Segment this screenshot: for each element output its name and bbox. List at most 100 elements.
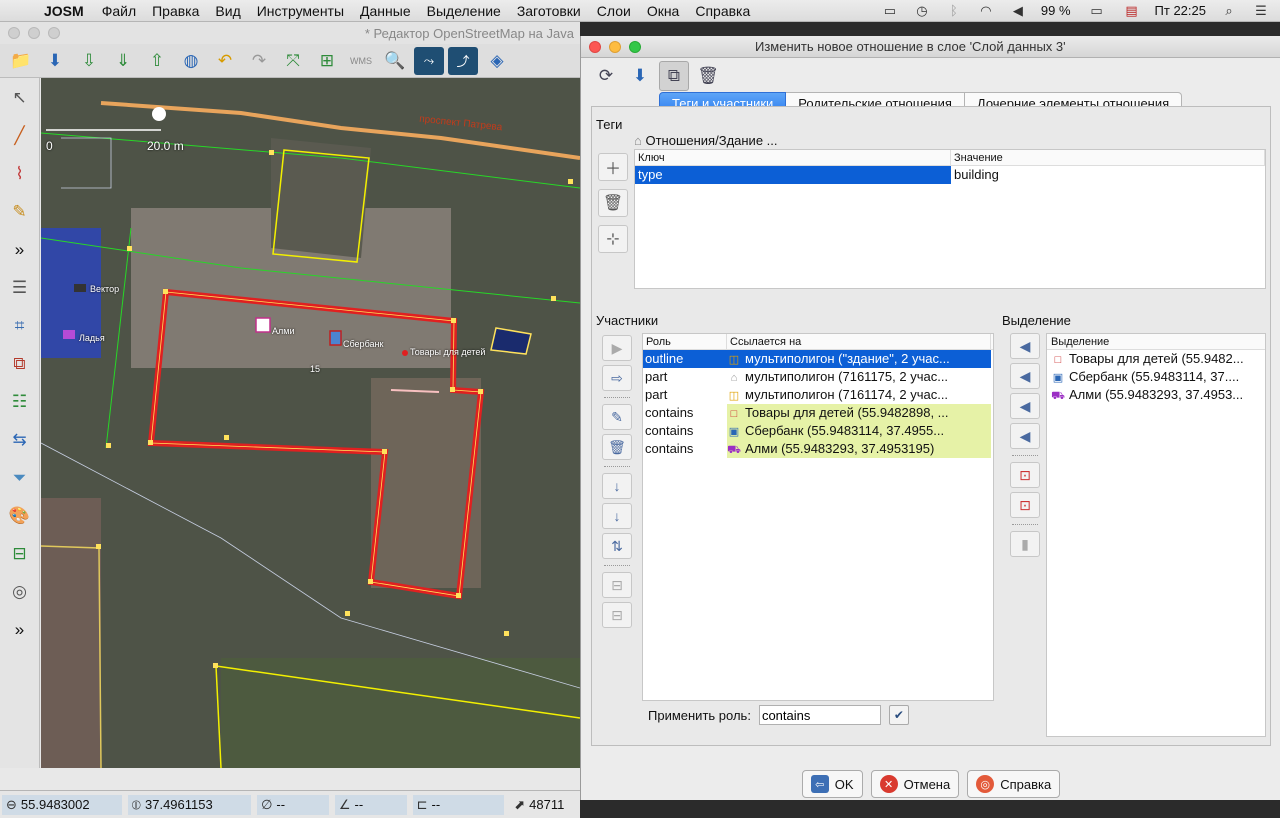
menu-file[interactable]: Файл <box>94 3 144 19</box>
menu-presets[interactable]: Заготовки <box>509 3 589 19</box>
remove-member-button[interactable]: 🗑 <box>602 434 632 460</box>
col-role-header[interactable]: Роль <box>643 334 727 349</box>
member-ref[interactable]: □ Товары для детей (55.9482898, ... <box>727 404 991 422</box>
app-menu[interactable]: JOSM <box>40 3 94 19</box>
ok-button[interactable]: ⇦ OK <box>801 770 863 798</box>
move-down-button[interactable]: ↓ <box>602 473 632 499</box>
select-tool-icon[interactable]: ↖ <box>5 82 35 114</box>
member-row[interactable]: outline ◫ мультиполигон ("здание", 2 учас… <box>643 350 993 368</box>
volume-icon[interactable]: ◀ <box>1009 3 1027 18</box>
battery-icon[interactable]: ▭ <box>1085 3 1109 18</box>
more-tools-icon[interactable]: » <box>5 234 35 266</box>
delete-tag-button[interactable]: 🗑 <box>598 189 628 217</box>
us-flag-icon[interactable]: ▤ <box>1123 3 1141 18</box>
select-members-button[interactable]: ⊡ <box>1010 462 1040 488</box>
zoom-dot-icon[interactable] <box>48 27 60 39</box>
menu-data[interactable]: Данные <box>352 3 419 19</box>
undo-icon[interactable]: ↶ <box>210 47 240 75</box>
selection-item[interactable]: □ Товары для детей (55.9482... <box>1047 350 1265 368</box>
delete-relation-icon[interactable]: 🗑 <box>693 61 723 91</box>
member-ref[interactable]: ▣ Сбербанк (55.9483114, 37.4955... <box>727 422 991 440</box>
wms-tms-icon[interactable]: WMS <box>346 47 376 75</box>
selection-item[interactable]: ⛟ Алми (55.9483293, 37.4953... <box>1047 386 1265 404</box>
menu-windows[interactable]: Окна <box>639 3 688 19</box>
member-ref[interactable]: ◫ мультиполигон (7161174, 2 учас... <box>727 386 991 404</box>
draw-line-icon[interactable]: ╱ <box>5 120 35 152</box>
add-after-selected-button[interactable]: ◀ <box>1010 393 1040 419</box>
open-file-icon[interactable]: 📁 <box>6 47 36 75</box>
search-icon[interactable]: 🔍 <box>380 47 410 75</box>
preset-breadcrumb[interactable]: ⌂ Отношения/Здание ... <box>634 133 778 148</box>
member-role[interactable]: contains <box>643 440 727 458</box>
wikipedia-icon[interactable]: ◎ <box>5 576 35 608</box>
member-ref[interactable]: ◫ мультиполигон ("здание", 2 учас... <box>727 350 991 368</box>
apply-icon[interactable]: ⬇ <box>625 61 655 91</box>
combine-way-icon[interactable]: ⤳ <box>414 46 444 75</box>
cancel-button[interactable]: ✕ Отмена <box>870 770 960 798</box>
tag-key-cell[interactable]: type <box>635 166 951 184</box>
menu-selection[interactable]: Выделение <box>419 3 509 19</box>
map-view[interactable]: 0 20.0 m проспект Патрева Вектор Ладья А… <box>41 78 580 768</box>
commands-icon[interactable]: ☷ <box>5 386 35 418</box>
member-ref[interactable]: ⛟ Алми (55.9483293, 37.4953195) <box>727 440 991 458</box>
edit-selected-button[interactable]: ✎ <box>602 404 632 430</box>
download-icon[interactable]: ⇩ <box>74 47 104 75</box>
member-role[interactable]: outline <box>643 350 727 368</box>
menu-view[interactable]: Вид <box>207 3 248 19</box>
validator-icon[interactable]: ⇆ <box>5 424 35 456</box>
spotlight-search-icon[interactable]: ⌕ <box>1220 3 1238 18</box>
close-dot-icon[interactable] <box>8 27 20 39</box>
member-row[interactable]: contains □ Товары для детей (55.9482898, … <box>643 404 993 422</box>
redo-icon[interactable]: ↷ <box>244 47 274 75</box>
member-role[interactable]: contains <box>643 404 727 422</box>
col-key-header[interactable]: Ключ <box>635 150 951 165</box>
add-before-selected-button[interactable]: ◀ <box>1010 363 1040 389</box>
selection-item[interactable]: ▣ Сбербанк (55.9483114, 37.... <box>1047 368 1265 386</box>
minimize-button-icon[interactable] <box>609 40 621 53</box>
pencil-icon[interactable]: ✎ <box>5 196 35 228</box>
add-tag-button[interactable]: ＋ <box>598 153 628 181</box>
menu-help[interactable]: Справка <box>687 3 758 19</box>
member-role[interactable]: part <box>643 386 727 404</box>
menu-layers[interactable]: Слои <box>589 3 639 19</box>
menu-edit[interactable]: Правка <box>144 3 207 19</box>
col-ref-header[interactable]: Ссылается на <box>727 334 991 349</box>
apply-role-button[interactable]: ✔ <box>888 705 909 725</box>
add-at-end-button[interactable]: ◀ <box>1010 423 1040 449</box>
wifi-icon[interactable]: ◠ <box>977 3 995 18</box>
remove-selected-button[interactable]: ⊡ <box>1010 492 1040 518</box>
member-row[interactable]: part ◫ мультиполигон (7161174, 2 учас... <box>643 386 993 404</box>
poi-label-vector[interactable]: Вектор <box>90 284 119 294</box>
clock[interactable]: Пт 22:25 <box>1155 3 1206 18</box>
more-panels-icon[interactable]: » <box>5 614 35 646</box>
member-row[interactable]: contains ▣ Сбербанк (55.9483114, 37.4955.… <box>643 422 993 440</box>
preferences-globe-icon[interactable]: ◍ <box>176 47 206 75</box>
minimize-dot-icon[interactable] <box>28 27 40 39</box>
tags-table[interactable]: Ключ Значение type building <box>634 149 1266 289</box>
member-row[interactable]: part ⌂ мультиполигон (7161175, 2 учас... <box>643 368 993 386</box>
member-row[interactable]: contains ⛟ Алми (55.9483293, 37.4953195) <box>643 440 993 458</box>
3d-object-icon[interactable]: ◈ <box>482 47 512 75</box>
notification-center-icon[interactable]: ☰ <box>1252 3 1270 18</box>
split-way-icon[interactable]: ⤴ <box>448 46 478 75</box>
add-at-start-button[interactable]: ◀ <box>1010 333 1040 359</box>
map-paint-icon[interactable]: 🎨 <box>5 500 35 532</box>
poi-label-ladya[interactable]: Ладья <box>79 333 105 343</box>
help-button[interactable]: ◎ Справка <box>967 770 1061 798</box>
edit-member-button[interactable]: ⇨ <box>602 365 632 391</box>
add-before-button[interactable]: ⊟ <box>602 602 632 628</box>
selection-list[interactable]: Выделение □ Товары для детей (55.9482... … <box>1046 333 1266 737</box>
display-icon[interactable]: ▭ <box>881 3 899 18</box>
refresh-icon[interactable]: ⟳ <box>591 61 621 91</box>
zoom-to-selection-icon[interactable]: ⊞ <box>312 47 342 75</box>
upload-icon[interactable]: ⇧ <box>142 47 172 75</box>
menu-tools[interactable]: Инструменты <box>249 3 352 19</box>
poi-label-tovary[interactable]: Товары для детей <box>410 347 485 357</box>
member-role[interactable]: contains <box>643 422 727 440</box>
poi-label-almi[interactable]: Алми <box>272 326 294 336</box>
close-button-icon[interactable] <box>589 40 601 53</box>
sort-members-button[interactable]: ⇅ <box>602 533 632 559</box>
zoom-button-icon[interactable] <box>629 40 641 53</box>
tag-row[interactable]: type building <box>635 166 1265 184</box>
tags-icon[interactable]: ⌗ <box>5 310 35 342</box>
